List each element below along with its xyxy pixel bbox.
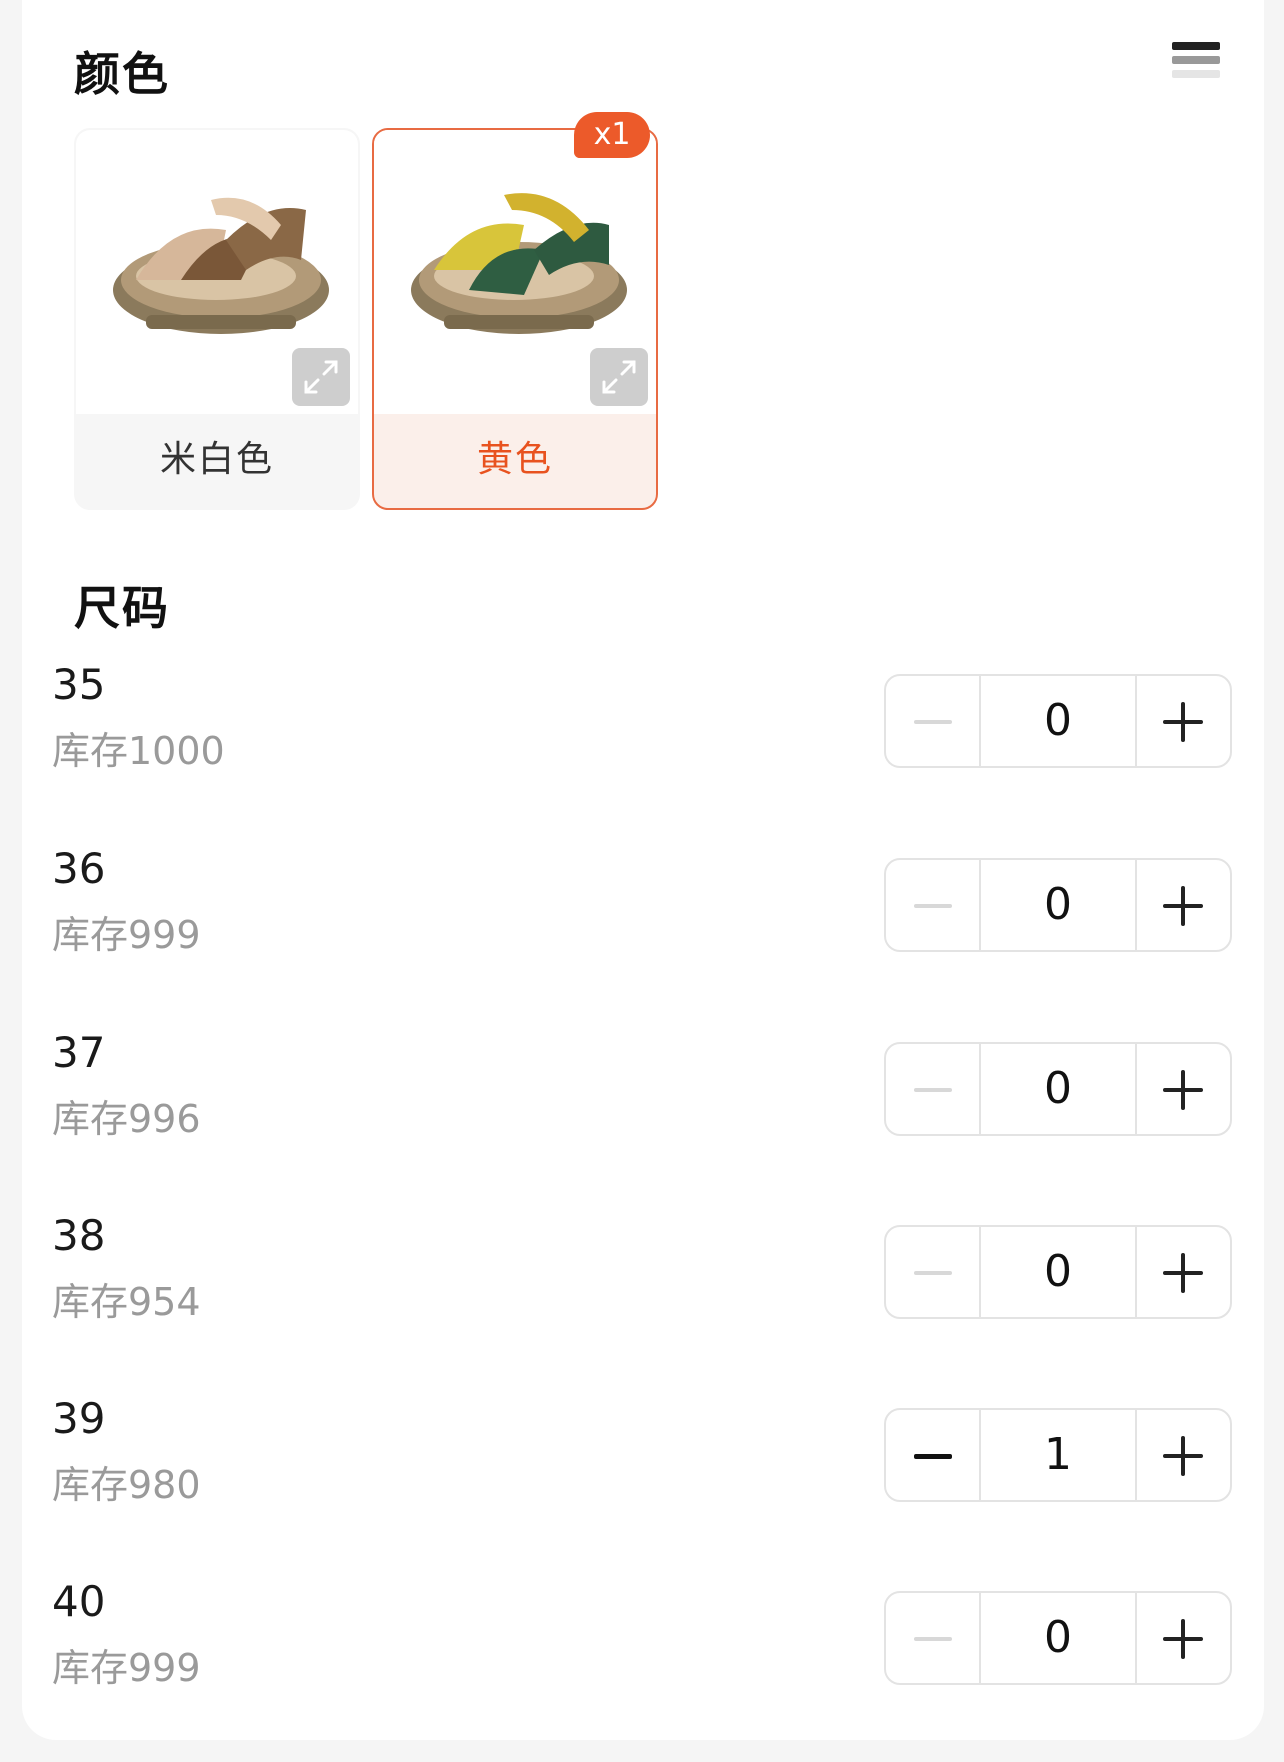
quantity-stepper: 1 xyxy=(884,1408,1232,1502)
size-row: 36 库存999 0 xyxy=(0,844,1284,994)
size-value: 39 xyxy=(52,1394,106,1443)
color-option-beige[interactable]: 米白色 xyxy=(74,128,360,510)
expand-icon[interactable] xyxy=(590,348,648,406)
quantity-input[interactable]: 1 xyxy=(978,1410,1138,1500)
size-row: 40 库存999 0 xyxy=(0,1577,1284,1727)
quantity-stepper: 0 xyxy=(884,1225,1232,1319)
decrement-button[interactable] xyxy=(886,1410,979,1500)
quantity-stepper: 0 xyxy=(884,1591,1232,1685)
quantity-input[interactable]: 0 xyxy=(978,1227,1138,1317)
increment-button[interactable] xyxy=(1137,860,1230,950)
product-thumbnail-beige xyxy=(76,130,358,414)
color-option-yellow[interactable]: 黄色 x1 xyxy=(372,112,658,510)
plus-icon-vertical xyxy=(1181,1436,1186,1476)
product-thumbnail-yellow xyxy=(374,130,656,414)
quantity-input[interactable]: 0 xyxy=(978,676,1138,766)
stock-count: 库存980 xyxy=(52,1463,201,1507)
size-row: 37 库存996 0 xyxy=(0,1028,1284,1178)
decrement-button[interactable] xyxy=(886,860,979,950)
size-value: 36 xyxy=(52,844,106,893)
size-section-title: 尺码 xyxy=(74,581,170,635)
minus-icon xyxy=(914,1271,952,1275)
color-option-label: 黄色 xyxy=(476,439,553,480)
stock-count: 库存999 xyxy=(52,913,201,957)
quantity-input[interactable]: 0 xyxy=(978,1044,1138,1134)
decrement-button[interactable] xyxy=(886,1227,979,1317)
plus-icon-vertical xyxy=(1181,702,1186,742)
increment-button[interactable] xyxy=(1137,676,1230,766)
decrement-button[interactable] xyxy=(886,1593,979,1683)
quantity-badge: x1 xyxy=(574,112,650,158)
plus-icon-vertical xyxy=(1181,1253,1186,1293)
menu-icon[interactable] xyxy=(1172,42,1220,90)
minus-icon xyxy=(914,1454,952,1459)
size-row: 39 库存980 1 xyxy=(0,1394,1284,1544)
quantity-stepper: 0 xyxy=(884,674,1232,768)
quantity-input[interactable]: 0 xyxy=(978,860,1138,950)
decrement-button[interactable] xyxy=(886,676,979,766)
increment-button[interactable] xyxy=(1137,1044,1230,1134)
quantity-stepper: 0 xyxy=(884,1042,1232,1136)
minus-icon xyxy=(914,1088,952,1092)
stock-count: 库存954 xyxy=(52,1280,201,1324)
size-value: 40 xyxy=(52,1577,106,1626)
color-section-title: 颜色 xyxy=(74,47,170,101)
plus-icon-vertical xyxy=(1181,886,1186,926)
size-row: 35 库存1000 0 xyxy=(0,660,1284,810)
minus-icon xyxy=(914,904,952,908)
increment-button[interactable] xyxy=(1137,1227,1230,1317)
increment-button[interactable] xyxy=(1137,1593,1230,1683)
size-value: 37 xyxy=(52,1028,106,1077)
decrement-button[interactable] xyxy=(886,1044,979,1134)
quantity-input[interactable]: 0 xyxy=(978,1593,1138,1683)
increment-button[interactable] xyxy=(1137,1410,1230,1500)
plus-icon-vertical xyxy=(1181,1619,1186,1659)
plus-icon-vertical xyxy=(1181,1070,1186,1110)
minus-icon xyxy=(914,1637,952,1641)
size-value: 35 xyxy=(52,660,106,709)
size-row: 38 库存954 0 xyxy=(0,1211,1284,1361)
expand-icon[interactable] xyxy=(292,348,350,406)
minus-icon xyxy=(914,720,952,724)
color-option-label: 米白色 xyxy=(159,439,274,480)
stock-count: 库存996 xyxy=(52,1097,201,1141)
stock-count: 库存1000 xyxy=(52,729,225,773)
stock-count: 库存999 xyxy=(52,1646,201,1690)
quantity-stepper: 0 xyxy=(884,858,1232,952)
size-value: 38 xyxy=(52,1211,106,1260)
